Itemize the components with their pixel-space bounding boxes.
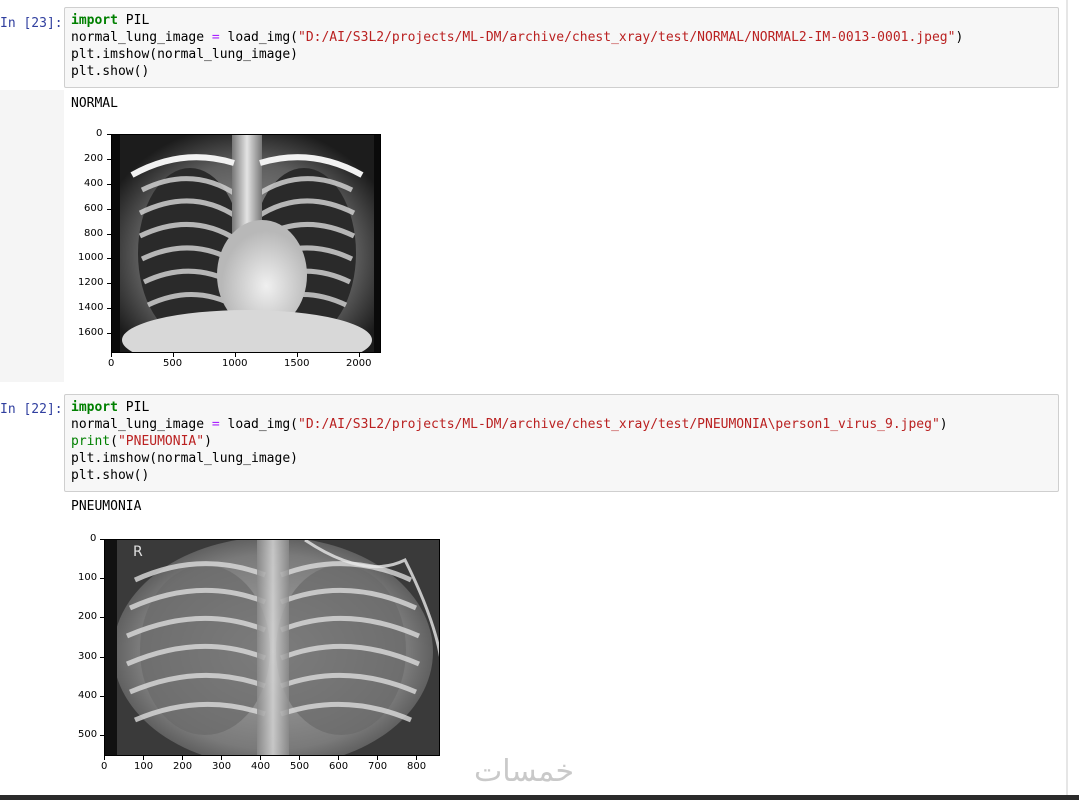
y-tick-label: 400 — [78, 690, 98, 701]
y-tick-label: 0 — [96, 128, 103, 139]
x-tick-label: 400 — [251, 761, 271, 772]
xray-plot-normal: 0 200 400 600 800 1000 1200 1400 1600 0 … — [68, 124, 388, 374]
y-tick-label: 1000 — [78, 252, 104, 263]
code-line-1: import PIL — [71, 400, 150, 415]
code-line-3: print("PNEUMONIA") — [71, 434, 212, 449]
y-tick-label: 1600 — [78, 327, 104, 338]
output-text-normal: NORMAL — [71, 96, 118, 111]
code-cell-normal[interactable]: import PIL normal_lung_image = load_img(… — [64, 7, 1059, 88]
x-tick-label: 700 — [368, 761, 388, 772]
y-tick-label: 300 — [78, 651, 98, 662]
code-line-3: plt.imshow(normal_lung_image) — [71, 47, 298, 62]
y-tick-label: 200 — [78, 611, 98, 622]
x-tick-label: 300 — [212, 761, 232, 772]
y-tick-label: 1200 — [78, 277, 104, 288]
code-line-4: plt.show() — [71, 64, 150, 79]
code-line-5: plt.show() — [71, 468, 150, 483]
y-tick-label: 100 — [78, 572, 98, 583]
xray-image-normal — [111, 134, 381, 353]
code-line-1: import PIL — [71, 13, 150, 28]
y-tick-label: 1400 — [78, 302, 104, 313]
code-line-4: plt.imshow(normal_lung_image) — [71, 451, 298, 466]
watermark-logo: خمسات — [474, 754, 575, 789]
xray-image-pneumonia: R — [104, 539, 440, 756]
x-tick-label: 200 — [173, 761, 193, 772]
y-tick-label: 200 — [84, 153, 104, 164]
output-text-pneumonia: PNEUMONIA — [71, 499, 142, 514]
xray-plot-pneumonia: R 0 100 200 300 400 500 0 100 200 300 40… — [68, 530, 448, 775]
image-marker-r: R — [133, 544, 143, 560]
x-tick-label: 0 — [101, 761, 108, 772]
y-tick-label: 600 — [84, 203, 104, 214]
code-cell-pneumonia[interactable]: import PIL normal_lung_image = load_img(… — [64, 394, 1059, 492]
y-tick-label: 400 — [84, 178, 104, 189]
x-tick-label: 800 — [407, 761, 427, 772]
x-tick-label: 100 — [134, 761, 154, 772]
notebook-right-border — [1066, 0, 1068, 795]
code-line-2: normal_lung_image = load_img("D:/AI/S3L2… — [71, 417, 948, 432]
y-tick-label: 500 — [78, 729, 98, 740]
x-tick-label: 500 — [290, 761, 310, 772]
input-prompt-23: In [23]: — [0, 16, 63, 31]
bottom-taskbar — [0, 795, 1079, 800]
x-tick-label: 1500 — [284, 358, 310, 369]
y-tick-label: 0 — [90, 533, 97, 544]
x-tick-label: 600 — [329, 761, 349, 772]
x-tick-label: 1000 — [222, 358, 248, 369]
x-tick-label: 0 — [108, 358, 115, 369]
code-line-2: normal_lung_image = load_img("D:/AI/S3L2… — [71, 30, 964, 45]
output-prompt-area — [0, 90, 64, 382]
x-tick-label: 2000 — [346, 358, 372, 369]
y-tick-label: 800 — [84, 228, 104, 239]
x-tick-label: 500 — [163, 358, 183, 369]
input-prompt-22: In [22]: — [0, 402, 63, 417]
